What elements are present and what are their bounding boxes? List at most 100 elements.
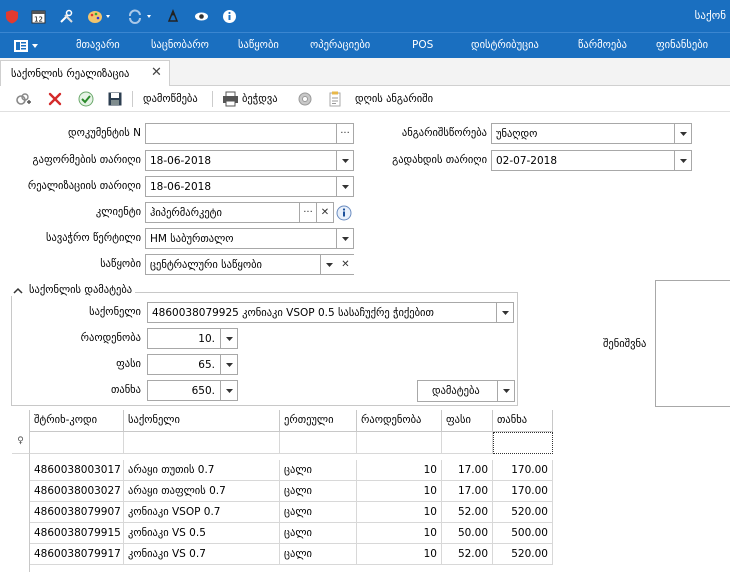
filter-cell[interactable] <box>124 432 280 454</box>
filter-cell[interactable] <box>442 432 493 454</box>
menu-item-finance[interactable]: ფინანსები <box>656 39 708 51</box>
add-icon[interactable] <box>14 90 32 108</box>
price-field[interactable]: 65. <box>147 354 238 375</box>
column-header-price[interactable]: ფასი <box>442 410 493 432</box>
menu-item-distribution[interactable]: დისტრიბუცია <box>471 39 539 51</box>
cell-amount[interactable]: 520.00 <box>493 544 553 565</box>
print-button[interactable]: ბეჭდვა <box>222 90 278 108</box>
cell-amount[interactable]: 500.00 <box>493 523 553 544</box>
chevron-down-icon[interactable] <box>497 381 514 401</box>
issue-date-field[interactable]: 18-06-2018 <box>145 150 354 171</box>
cell-product[interactable]: არაყი თაფლის 0.7 <box>124 481 280 502</box>
cell-amount[interactable]: 170.00 <box>493 481 553 502</box>
cell-unit[interactable]: ცალი <box>280 481 357 502</box>
warehouse-field[interactable]: ცენტრალური საწყობი <box>145 254 338 275</box>
quantity-field[interactable]: 10. <box>147 328 238 349</box>
cell-barcode[interactable]: 4860038003027 <box>30 481 124 502</box>
tools-icon[interactable] <box>58 7 74 25</box>
chevron-down-icon[interactable] <box>220 329 237 348</box>
ellipsis-icon[interactable]: ··· <box>299 203 316 222</box>
column-header-unit[interactable]: ერთეული <box>280 410 357 432</box>
price-list-field[interactable]: HM საბურთალო <box>145 228 354 249</box>
close-icon[interactable]: ✕ <box>151 65 162 80</box>
info-icon[interactable] <box>335 204 353 222</box>
cell-quantity[interactable]: 10 <box>357 481 442 502</box>
client-field[interactable]: ჰიპერმარკეტი ··· ✕ <box>145 202 334 223</box>
menu-item-reference[interactable]: საცნობარო <box>151 39 209 51</box>
save-icon[interactable] <box>107 90 123 108</box>
clear-icon[interactable]: ✕ <box>316 203 333 222</box>
account-type-field[interactable]: უნაღდო <box>491 123 692 144</box>
info-icon[interactable] <box>221 7 237 25</box>
menu-icon[interactable] <box>14 38 42 54</box>
filter-cell[interactable] <box>30 432 124 454</box>
column-header-barcode[interactable]: შტრიხ-კოდი <box>30 410 124 432</box>
filter-cell[interactable] <box>493 432 553 454</box>
chevron-up-icon[interactable] <box>13 287 23 294</box>
chevron-down-icon[interactable] <box>320 255 337 274</box>
column-header-product[interactable]: საქონელი <box>124 410 280 432</box>
menu-item-operations[interactable]: ოპერაციები <box>310 39 370 51</box>
confirm-button[interactable]: დამოწმება <box>140 90 198 108</box>
doc-number-input[interactable] <box>146 124 353 143</box>
add-product-group-header[interactable]: საქონლის დამატება <box>10 284 136 296</box>
clear-icon[interactable]: ✕ <box>337 255 354 274</box>
add-product-button[interactable]: დამატება <box>417 380 515 402</box>
check-icon[interactable] <box>78 90 94 108</box>
chevron-down-icon[interactable] <box>496 303 513 322</box>
cell-quantity[interactable]: 10 <box>357 523 442 544</box>
amount-field[interactable]: 650. <box>147 380 238 401</box>
cell-product[interactable]: კონიაკი VSOP 0.7 <box>124 502 280 523</box>
cell-product[interactable]: არაყი თუთის 0.7 <box>124 460 280 481</box>
cell-price[interactable]: 50.00 <box>442 523 493 544</box>
menu-item-warehouse[interactable]: საწყობი <box>238 39 279 51</box>
cell-barcode[interactable]: 4860038003017 <box>30 460 124 481</box>
chevron-down-icon[interactable] <box>336 229 353 248</box>
filter-cell[interactable] <box>357 432 442 454</box>
cell-price[interactable]: 52.00 <box>442 502 493 523</box>
cell-unit[interactable]: ცალი <box>280 523 357 544</box>
chevron-down-icon[interactable] <box>220 381 237 400</box>
column-header-quantity[interactable]: რაოდენობა <box>357 410 442 432</box>
cell-amount[interactable]: 170.00 <box>493 460 553 481</box>
cell-quantity[interactable]: 10 <box>357 502 442 523</box>
calendar-icon[interactable]: 12 <box>30 7 46 25</box>
cell-unit[interactable]: ცალი <box>280 460 357 481</box>
delete-icon[interactable] <box>47 90 63 108</box>
pay-date-field[interactable]: 02-07-2018 <box>491 150 692 171</box>
palette-icon[interactable] <box>86 7 112 25</box>
warehouse-clear-button[interactable]: ✕ <box>337 254 354 275</box>
eye-icon[interactable] <box>193 7 209 25</box>
cell-product[interactable]: კონიაკი VS 0.7 <box>124 544 280 565</box>
cell-unit[interactable]: ცალი <box>280 502 357 523</box>
user-icon[interactable] <box>165 7 181 25</box>
ellipsis-icon[interactable]: ··· <box>336 124 353 143</box>
column-header-amount[interactable]: თანხა <box>493 410 553 432</box>
product-field[interactable]: 4860038079925 კონიაკი VSOP 0.5 სასაჩუქრე… <box>147 302 514 323</box>
menu-item-pos[interactable]: POS <box>412 39 433 51</box>
menu-item-production[interactable]: წარმოება <box>578 39 627 51</box>
cell-price[interactable]: 17.00 <box>442 460 493 481</box>
sync-icon[interactable] <box>126 7 154 25</box>
chevron-down-icon[interactable] <box>674 124 691 143</box>
settings-icon[interactable] <box>297 90 313 108</box>
sale-date-field[interactable]: 18-06-2018 <box>145 176 354 197</box>
filter-cell[interactable] <box>280 432 357 454</box>
daily-report-button[interactable]: დღის ანგარიში <box>328 90 433 108</box>
cell-barcode[interactable]: 4860038079907 <box>30 502 124 523</box>
cell-price[interactable]: 17.00 <box>442 481 493 502</box>
notes-textarea[interactable] <box>655 280 730 407</box>
doc-number-field[interactable]: ··· <box>145 123 354 144</box>
shield-icon[interactable] <box>4 7 20 25</box>
cell-price[interactable]: 52.00 <box>442 544 493 565</box>
menu-item-home[interactable]: მთავარი <box>76 39 120 51</box>
cell-quantity[interactable]: 10 <box>357 544 442 565</box>
cell-amount[interactable]: 520.00 <box>493 502 553 523</box>
cell-product[interactable]: კონიაკი VS 0.5 <box>124 523 280 544</box>
cell-unit[interactable]: ცალი <box>280 544 357 565</box>
chevron-down-icon[interactable] <box>220 355 237 374</box>
tab-product-sale[interactable]: საქონლის რეალიზაცია ✕ <box>0 60 170 87</box>
chevron-down-icon[interactable] <box>336 151 353 170</box>
cell-barcode[interactable]: 4860038079915 <box>30 523 124 544</box>
cell-barcode[interactable]: 4860038079917 <box>30 544 124 565</box>
